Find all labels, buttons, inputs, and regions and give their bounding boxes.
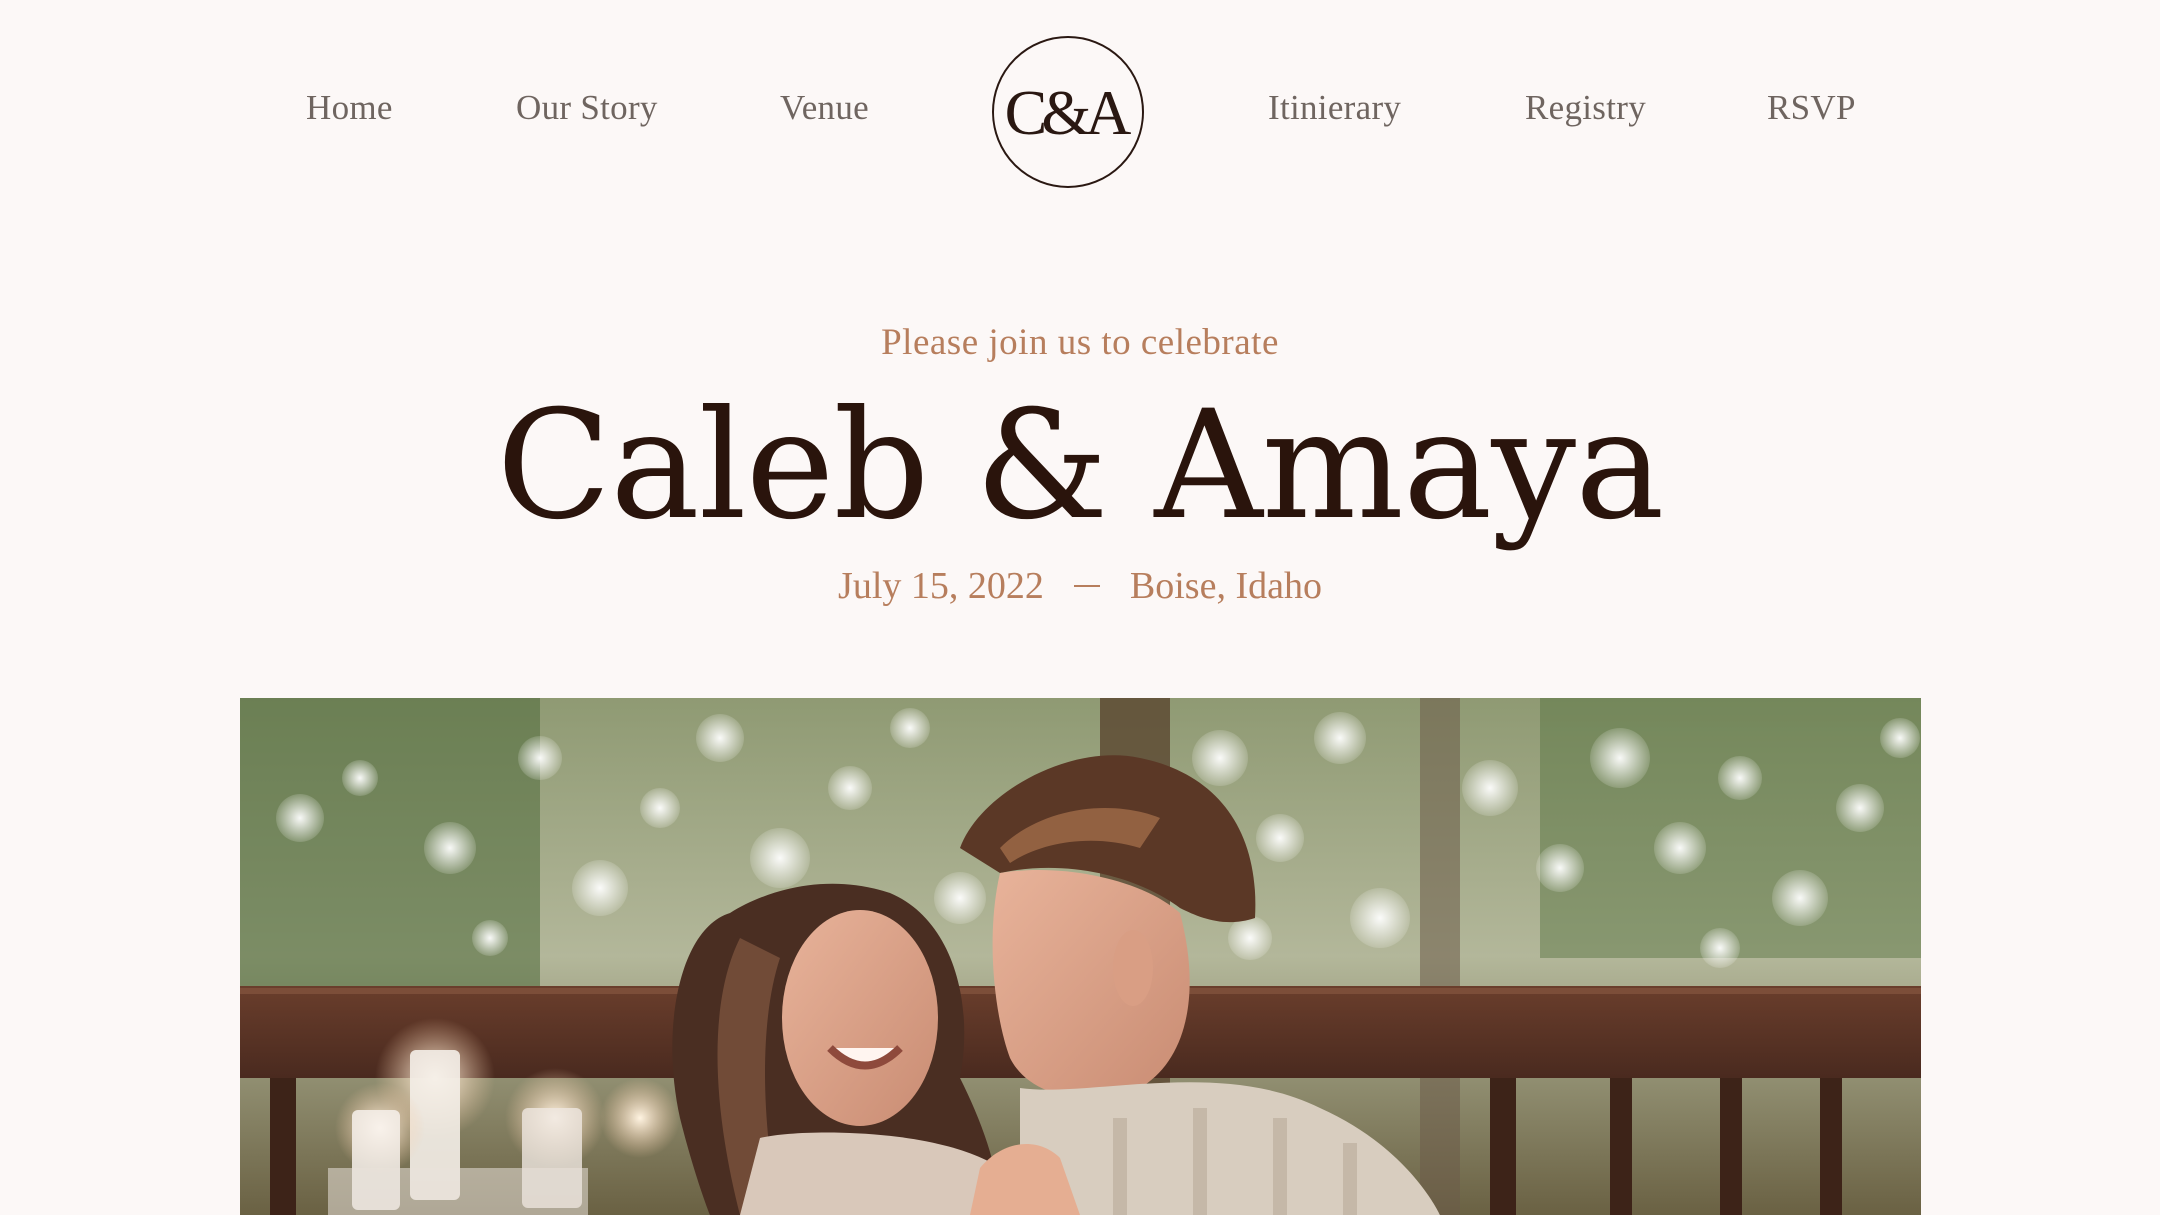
couple-photo [240, 698, 1921, 1215]
hero-tagline: Please join us to celebrate [881, 322, 1279, 363]
nav-itinerary-link[interactable]: Itinierary [1268, 88, 1401, 128]
main-navigation: Home Our Story Venue C&A Itinierary Regi… [0, 0, 2160, 230]
wedding-homepage: Home Our Story Venue C&A Itinierary Regi… [0, 0, 2160, 1215]
nav-venue-link[interactable]: Venue [780, 88, 869, 128]
nav-home-link[interactable]: Home [306, 88, 393, 128]
nav-rsvp-link[interactable]: RSVP [1767, 88, 1856, 128]
hero-section: Please join us to celebrate Caleb & Amay… [0, 300, 2160, 605]
separator-dash [1073, 585, 1100, 587]
nav-our-story-link[interactable]: Our Story [516, 88, 658, 128]
nav-registry-link[interactable]: Registry [1525, 88, 1646, 128]
event-location: Boise, Idaho [1129, 565, 1322, 607]
event-details: July 15, 2022 Boise, Idaho [0, 567, 2160, 605]
monogram-logo[interactable]: C&A [992, 36, 1144, 188]
event-date: July 15, 2022 [838, 565, 1044, 607]
couple-names-heading: Caleb & Amaya [496, 379, 1664, 553]
monogram-text: C&A [1004, 77, 1132, 148]
